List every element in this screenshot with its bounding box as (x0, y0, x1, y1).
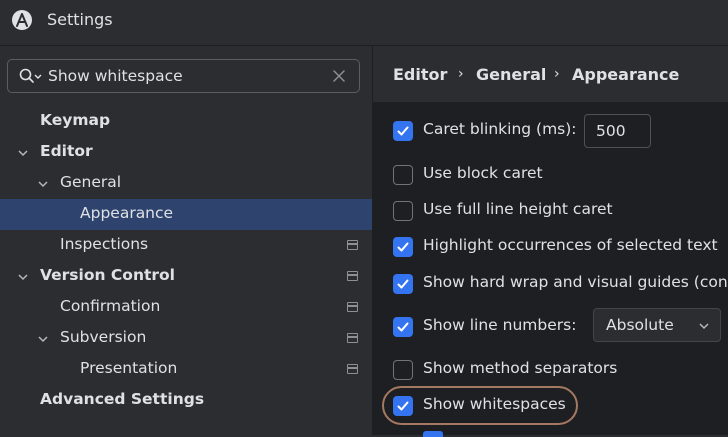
project-settings-icon (347, 271, 358, 281)
tree-item-label: Keymap (40, 111, 111, 129)
chevron-down-icon[interactable] (17, 147, 29, 159)
next-option-checkbox[interactable] (423, 431, 443, 437)
line-numbers-dropdown-value: Absolute (606, 316, 674, 334)
tree-item-label: Version Control (40, 266, 175, 284)
tree-item-appearance[interactable]: Appearance (0, 199, 372, 230)
breadcrumb-item-general[interactable]: General (476, 65, 546, 84)
method-separators-checkbox[interactable] (393, 360, 413, 380)
chevron-down-icon[interactable] (37, 333, 49, 345)
full-line-caret-checkbox[interactable] (393, 201, 413, 221)
block-caret-label: Use block caret (423, 164, 543, 182)
tree-item-version-control[interactable]: Version Control (0, 261, 372, 292)
chevron-down-icon[interactable] (17, 271, 29, 283)
option-hard-wrap: Show hard wrap and visual guides (con (373, 267, 728, 299)
tree-item-label: General (60, 173, 122, 191)
block-caret-checkbox[interactable] (393, 165, 413, 185)
show-whitespaces-checkbox[interactable] (393, 396, 413, 416)
tree-item-label: Advanced Settings (40, 390, 205, 408)
highlight-occurrences-checkbox[interactable] (393, 237, 413, 257)
tree-item-label: Confirmation (60, 297, 161, 315)
search-icon[interactable] (19, 68, 43, 84)
project-settings-icon (347, 240, 358, 250)
tree-item-subversion[interactable]: Subversion (0, 323, 372, 354)
breadcrumb: Editor › General › Appearance (373, 46, 728, 102)
tree-item-presentation[interactable]: Presentation (0, 354, 372, 385)
show-whitespaces-label: Show whitespaces (423, 395, 566, 413)
hard-wrap-checkbox[interactable] (393, 274, 413, 294)
option-method-separators: Show method separators (373, 353, 728, 385)
settings-content: Editor › General › Appearance Caret blin… (373, 46, 728, 437)
project-settings-icon (347, 364, 358, 374)
highlight-occurrences-label: Highlight occurrences of selected text (423, 236, 718, 254)
tree-item-label: Presentation (80, 359, 178, 377)
tree-item-label: Editor (40, 142, 93, 160)
breadcrumb-item-appearance: Appearance (572, 65, 680, 84)
tree-item-label: Inspections (60, 235, 149, 253)
settings-search-box[interactable] (7, 59, 360, 93)
tree-item-keymap[interactable]: Keymap (0, 106, 372, 137)
chevron-down-icon[interactable] (37, 178, 49, 190)
project-settings-icon (347, 333, 358, 343)
search-input[interactable] (48, 66, 328, 86)
breadcrumb-separator: › (458, 66, 464, 82)
clear-search-icon[interactable] (330, 67, 348, 85)
caret-blinking-ms-value: 500 (596, 122, 626, 140)
chevron-down-icon (699, 323, 709, 330)
settings-sidebar: Keymap Editor General Appearance Inspect… (0, 46, 372, 435)
tree-item-label: Subversion (60, 328, 147, 346)
option-block-caret: Use block caret (373, 158, 728, 190)
app-logo-icon (12, 10, 32, 30)
hard-wrap-label: Show hard wrap and visual guides (con (423, 273, 728, 291)
tree-item-editor[interactable]: Editor (0, 137, 372, 168)
tree-item-label: Appearance (80, 204, 174, 222)
project-settings-icon (347, 302, 358, 312)
line-numbers-checkbox[interactable] (393, 317, 413, 337)
tree-item-general[interactable]: General (0, 168, 372, 199)
tree-item-confirmation[interactable]: Confirmation (0, 292, 372, 323)
breadcrumb-item-editor[interactable]: Editor (393, 65, 447, 84)
option-show-whitespaces: Show whitespaces (373, 389, 728, 421)
line-numbers-label: Show line numbers: (423, 316, 577, 334)
option-caret-blinking: Caret blinking (ms): (373, 114, 728, 146)
line-numbers-dropdown[interactable]: Absolute (593, 308, 721, 342)
window-title: Settings (47, 10, 113, 29)
option-highlight-occurrences: Highlight occurrences of selected text (373, 230, 728, 262)
tree-item-advanced-settings[interactable]: Advanced Settings (0, 385, 372, 416)
breadcrumb-separator: › (554, 66, 560, 82)
caret-blinking-ms-input[interactable]: 500 (584, 114, 651, 148)
full-line-caret-label: Use full line height caret (423, 200, 613, 218)
caret-blinking-label: Caret blinking (ms): (423, 120, 577, 138)
title-bar: Settings (0, 0, 728, 42)
caret-blinking-checkbox[interactable] (393, 121, 413, 141)
option-full-line-caret: Use full line height caret (373, 194, 728, 226)
method-separators-label: Show method separators (423, 359, 618, 377)
tree-item-inspections[interactable]: Inspections (0, 230, 372, 261)
